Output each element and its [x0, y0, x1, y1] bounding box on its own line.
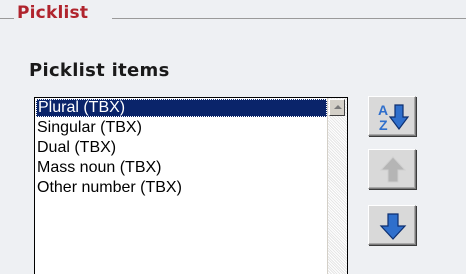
- arrow-up-icon: [379, 156, 407, 183]
- picklist-list: Plural (TBX) Singular (TBX) Dual (TBX) M…: [35, 98, 328, 198]
- sort-button[interactable]: A Z: [368, 96, 416, 136]
- move-down-button[interactable]: [368, 205, 416, 245]
- svg-text:A: A: [378, 102, 388, 118]
- list-item[interactable]: Singular (TBX): [35, 118, 328, 138]
- arrow-down-icon: [379, 213, 407, 240]
- picklist-listbox[interactable]: Plural (TBX) Singular (TBX) Dual (TBX) M…: [34, 97, 348, 274]
- move-up-button[interactable]: [368, 149, 416, 189]
- scroll-up-button[interactable]: [329, 99, 345, 116]
- fieldset-border-right: [112, 18, 466, 19]
- list-item[interactable]: Other number (TBX): [35, 178, 328, 198]
- list-item[interactable]: Dual (TBX): [35, 138, 328, 158]
- vertical-scrollbar[interactable]: [327, 98, 347, 274]
- picklist-legend: Picklist: [14, 3, 92, 23]
- sort-az-icon: A Z: [378, 102, 410, 133]
- list-item[interactable]: Plural (TBX): [36, 99, 327, 117]
- svg-text:Z: Z: [379, 117, 388, 133]
- picklist-items-label: Picklist items: [29, 60, 170, 81]
- scroll-up-arrow-icon: [334, 105, 342, 109]
- list-item[interactable]: Mass noun (TBX): [35, 158, 328, 178]
- fieldset-border-left: [0, 18, 14, 19]
